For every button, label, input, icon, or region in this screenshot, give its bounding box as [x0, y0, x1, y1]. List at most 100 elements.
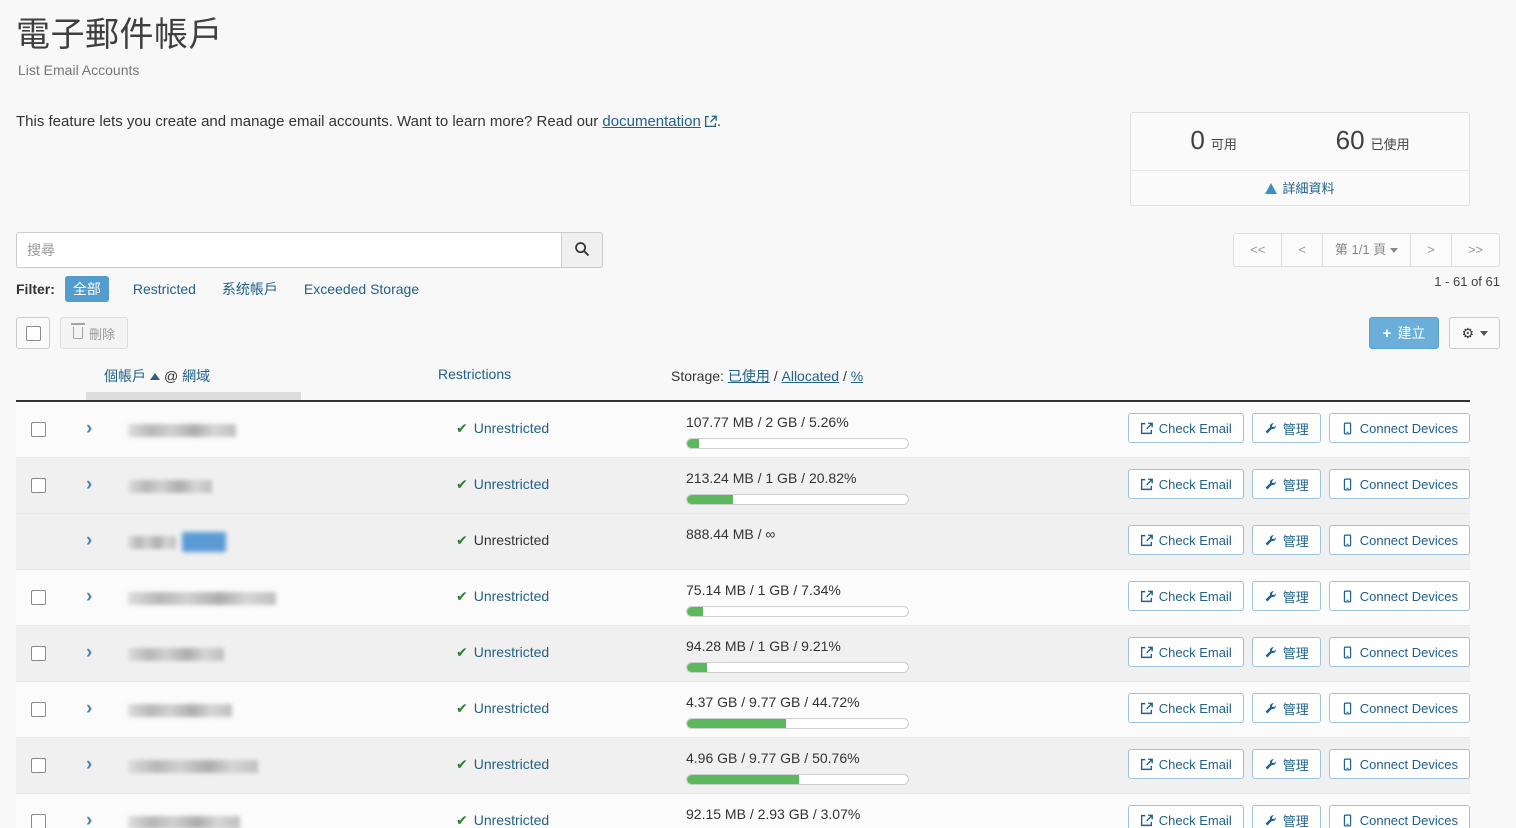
check-email-button[interactable]: Check Email — [1127, 637, 1244, 667]
row-checkbox[interactable] — [31, 590, 46, 605]
storage-progress-bar — [686, 718, 909, 729]
check-email-button[interactable]: Check Email — [1127, 525, 1244, 555]
pagination-page-selector[interactable]: 第 1/1 頁 — [1321, 233, 1412, 267]
manage-button[interactable]: 管理 — [1251, 525, 1321, 555]
manage-button[interactable]: 管理 — [1251, 581, 1321, 611]
row-checkbox[interactable] — [31, 646, 46, 661]
email-accounts-page: 電子郵件帳戶 List Email Accounts This feature … — [0, 0, 1516, 828]
check-icon: ✔ — [456, 812, 468, 828]
storage-usage-text: 92.15 MB / 2.93 GB / 3.07% — [686, 806, 861, 822]
settings-dropdown-button[interactable]: ⚙ — [1449, 317, 1500, 349]
filter-item-all[interactable]: 全部 — [64, 276, 109, 302]
row-checkbox[interactable] — [31, 758, 46, 773]
row-expand-icon[interactable]: › — [86, 417, 92, 441]
connect-devices-button[interactable]: Connect Devices — [1328, 749, 1470, 779]
email-address-redacted — [128, 480, 212, 493]
create-button[interactable]: + 建立 — [1368, 317, 1440, 349]
row-expand-icon[interactable]: › — [86, 641, 92, 665]
email-accounts-table: 個帳戶 @ 網域 Restrictions Storage: 已使用 / Allo… — [16, 366, 1470, 828]
check-email-button[interactable]: Check Email — [1127, 413, 1244, 443]
pagination-last-button[interactable]: >> — [1450, 233, 1500, 267]
restriction-status[interactable]: ✔ Unrestricted — [456, 476, 549, 493]
pagination-first-button[interactable]: << — [1233, 233, 1283, 267]
connect-devices-button[interactable]: Connect Devices — [1328, 637, 1470, 667]
storage-sort-percent[interactable]: % — [851, 368, 863, 384]
used-value: 60 — [1335, 125, 1365, 155]
email-address-redacted — [128, 536, 176, 549]
search-input[interactable] — [16, 232, 561, 268]
manage-button[interactable]: 管理 — [1251, 469, 1321, 499]
row-checkbox[interactable] — [31, 702, 46, 717]
connect-devices-button[interactable]: Connect Devices — [1328, 525, 1470, 555]
pagination-count: 1 - 61 of 61 — [1434, 274, 1500, 289]
pagination-prev-button[interactable]: < — [1281, 233, 1323, 267]
row-checkbox[interactable] — [31, 478, 46, 493]
storage-usage-text: 213.24 MB / 1 GB / 20.82% — [686, 470, 857, 486]
search-button[interactable] — [561, 232, 603, 268]
table-row: › ✔ Unrestricted 4.96 GB / 9.77 GB / 50.76%… — [16, 738, 1470, 794]
storage-progress-fill — [687, 663, 708, 672]
pagination-page-label: 第 1/1 頁 — [1334, 242, 1387, 257]
row-checkbox[interactable] — [31, 814, 46, 828]
check-email-button[interactable]: Check Email — [1127, 805, 1244, 828]
manage-button[interactable]: 管理 — [1251, 637, 1321, 667]
restriction-status[interactable]: ✔ Unrestricted — [456, 756, 549, 773]
manage-button[interactable]: 管理 — [1251, 413, 1321, 443]
row-expand-icon[interactable]: › — [86, 585, 92, 609]
connect-devices-button[interactable]: Connect Devices — [1328, 581, 1470, 611]
storage-usage-text: 94.28 MB / 1 GB / 9.21% — [686, 638, 841, 654]
connect-devices-button[interactable]: Connect Devices — [1328, 469, 1470, 499]
delete-button[interactable]: 刪除 — [60, 317, 129, 349]
check-email-button[interactable]: Check Email — [1127, 693, 1244, 723]
email-address-redacted — [128, 760, 258, 773]
row-action-buttons: Check Email 管理 Connect Devices — [1127, 749, 1470, 779]
restriction-status[interactable]: ✔ Unrestricted — [456, 420, 549, 437]
check-email-button[interactable]: Check Email — [1127, 469, 1244, 499]
storage-progress-bar — [686, 494, 909, 505]
select-all-checkbox[interactable] — [16, 317, 50, 349]
column-header-restrictions[interactable]: Restrictions — [438, 366, 511, 382]
connect-devices-label: Connect Devices — [1359, 700, 1458, 716]
documentation-link[interactable]: documentation — [602, 113, 700, 130]
connect-devices-label: Connect Devices — [1359, 476, 1458, 492]
row-expand-icon[interactable]: › — [86, 529, 92, 553]
connect-devices-button[interactable]: Connect Devices — [1328, 805, 1470, 828]
storage-sort-allocated[interactable]: Allocated — [782, 368, 840, 384]
pagination-next-button[interactable]: > — [1410, 233, 1452, 267]
details-link[interactable]: 詳細資料 — [1131, 171, 1469, 205]
row-action-buttons: Check Email 管理 Connect Devices — [1127, 581, 1470, 611]
check-icon: ✔ — [456, 476, 468, 492]
storage-usage-text: 4.37 GB / 9.77 GB / 44.72% — [686, 694, 860, 710]
restriction-status[interactable]: ✔ Unrestricted — [456, 700, 549, 717]
row-expand-icon[interactable]: › — [86, 473, 92, 497]
check-email-button[interactable]: Check Email — [1127, 749, 1244, 779]
manage-button[interactable]: 管理 — [1251, 693, 1321, 723]
chevron-down-icon — [1480, 330, 1488, 336]
restriction-status[interactable]: ✔ Unrestricted — [456, 812, 549, 828]
restriction-status[interactable]: ✔ Unrestricted — [456, 588, 549, 605]
manage-button[interactable]: 管理 — [1251, 805, 1321, 828]
check-email-label: Check Email — [1158, 644, 1232, 660]
column-header-account[interactable]: 個帳戶 @ 網域 — [104, 366, 210, 386]
email-address-redacted — [128, 704, 232, 717]
check-email-label: Check Email — [1158, 812, 1232, 828]
row-expand-icon[interactable]: › — [86, 753, 92, 777]
row-expand-icon[interactable]: › — [86, 809, 92, 828]
manage-button[interactable]: 管理 — [1251, 749, 1321, 779]
row-action-buttons: Check Email 管理 Connect Devices — [1127, 805, 1470, 828]
connect-devices-button[interactable]: Connect Devices — [1328, 693, 1470, 723]
storage-progress-fill — [687, 775, 800, 784]
used-label: 已使用 — [1370, 137, 1410, 152]
check-email-button[interactable]: Check Email — [1127, 581, 1244, 611]
filter-item-exceeded-storage[interactable]: Exceeded Storage — [302, 278, 421, 300]
delete-label: 刪除 — [89, 326, 116, 342]
storage-sort-used[interactable]: 已使用 — [728, 368, 770, 384]
connect-devices-button[interactable]: Connect Devices — [1328, 413, 1470, 443]
row-checkbox[interactable] — [31, 422, 46, 437]
filter-item-system-accounts[interactable]: 系统帳戶 — [220, 276, 280, 302]
check-icon: ✔ — [456, 588, 468, 604]
chevron-down-icon — [1390, 248, 1399, 253]
restriction-status[interactable]: ✔ Unrestricted — [456, 644, 549, 661]
filter-item-restricted[interactable]: Restricted — [131, 278, 198, 300]
row-expand-icon[interactable]: › — [86, 697, 92, 721]
